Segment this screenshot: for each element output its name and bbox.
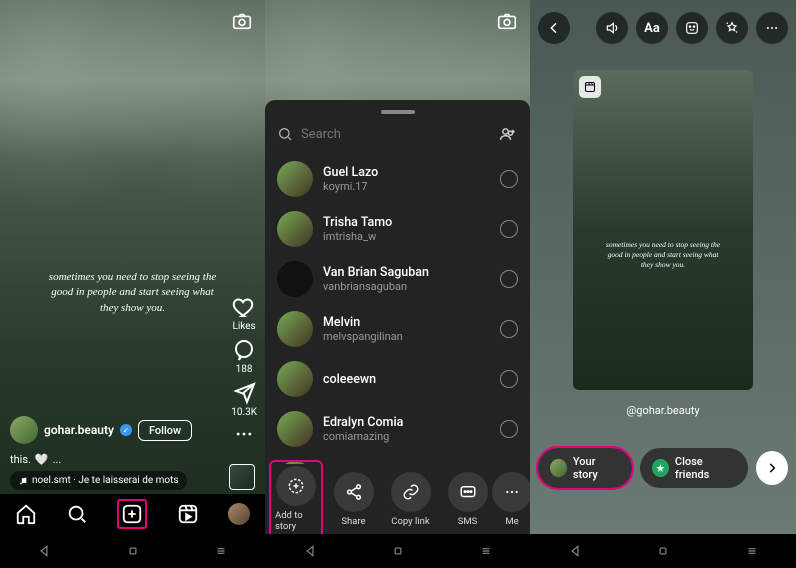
audio-button[interactable] bbox=[596, 12, 628, 44]
music-label: noel.smt · Je te laisserai de mots bbox=[32, 475, 179, 486]
follow-button[interactable]: Follow bbox=[138, 420, 192, 441]
editor-toolbar: Aa bbox=[530, 12, 796, 44]
audio-thumbnail[interactable] bbox=[229, 464, 255, 490]
contact-avatar bbox=[277, 211, 313, 247]
contact-row[interactable]: Guel Lazokoymi.17 bbox=[277, 154, 518, 204]
android-home-icon[interactable] bbox=[126, 544, 140, 558]
android-home-icon[interactable] bbox=[656, 544, 670, 558]
contact-row[interactable]: Van Brian Sagubanvanbriansaguban bbox=[277, 254, 518, 304]
share-action-row: Add to story Share Copy link SMS Me bbox=[265, 464, 530, 534]
android-recents-icon[interactable] bbox=[745, 544, 759, 558]
add-group-icon[interactable] bbox=[498, 124, 518, 144]
comments-count: 188 bbox=[236, 364, 253, 375]
story-avatar-icon bbox=[550, 459, 567, 477]
likes-label: Likes bbox=[232, 321, 255, 332]
reel-caption[interactable]: this. 🤍 ... bbox=[10, 453, 61, 466]
search-input[interactable] bbox=[301, 127, 490, 142]
share-sheet: Guel Lazokoymi.17 Trisha Tamoimtrisha_w … bbox=[265, 100, 530, 534]
camera-icon[interactable] bbox=[496, 10, 518, 32]
contact-avatar bbox=[277, 261, 313, 297]
more-options-button[interactable] bbox=[756, 12, 788, 44]
android-back-icon[interactable] bbox=[568, 544, 582, 558]
contact-row[interactable]: coleeewn bbox=[277, 354, 518, 404]
back-button[interactable] bbox=[538, 12, 570, 44]
android-recents-icon[interactable] bbox=[214, 544, 228, 558]
close-friends-star-icon: ★ bbox=[652, 459, 669, 477]
contact-row[interactable]: Edralyn Comiacomiamazing bbox=[277, 404, 518, 454]
nav-profile-avatar[interactable] bbox=[228, 503, 250, 525]
more-button[interactable] bbox=[234, 424, 254, 444]
reel-badge-icon bbox=[579, 76, 601, 98]
comment-button[interactable]: 188 bbox=[232, 338, 256, 375]
story-preview[interactable]: sometimes you need to stop seeing the go… bbox=[573, 70, 753, 390]
author-username[interactable]: gohar.beauty bbox=[44, 423, 114, 437]
nav-home-icon[interactable] bbox=[15, 503, 37, 525]
reel-quote: sometimes you need to stop seeing the go… bbox=[43, 270, 223, 316]
music-pill[interactable]: noel.smt · Je te laisserai de mots bbox=[10, 471, 187, 490]
text-button[interactable]: Aa bbox=[636, 12, 668, 44]
sticker-button[interactable] bbox=[676, 12, 708, 44]
more-share-button[interactable]: Me bbox=[500, 472, 524, 527]
sheet-grabber[interactable] bbox=[381, 110, 415, 114]
like-button[interactable]: Likes bbox=[232, 295, 256, 332]
author-avatar[interactable] bbox=[10, 416, 38, 444]
select-radio[interactable] bbox=[500, 420, 518, 438]
close-friends-button[interactable]: ★ Close friends bbox=[640, 448, 748, 488]
preview-quote: sometimes you need to stop seeing the go… bbox=[603, 240, 723, 270]
android-recents-icon[interactable] bbox=[479, 544, 493, 558]
select-radio[interactable] bbox=[500, 220, 518, 238]
contact-row[interactable]: Trisha Tamoimtrisha_w bbox=[277, 204, 518, 254]
contact-avatar bbox=[277, 411, 313, 447]
contact-avatar bbox=[277, 311, 313, 347]
nav-create-icon[interactable] bbox=[117, 499, 147, 529]
action-rail: Likes 188 10.3K bbox=[231, 295, 257, 444]
verified-badge-icon: ✓ bbox=[120, 424, 132, 436]
your-story-button[interactable]: Your story bbox=[538, 448, 632, 488]
nav-search-icon[interactable] bbox=[66, 503, 88, 525]
search-icon bbox=[277, 126, 293, 142]
next-arrow-button[interactable] bbox=[756, 451, 788, 485]
share-pane: Guel Lazokoymi.17 Trisha Tamoimtrisha_w … bbox=[265, 0, 530, 534]
editor-pane: Aa sometimes you need to stop seeing the… bbox=[530, 0, 796, 534]
camera-icon[interactable] bbox=[231, 10, 253, 32]
credit-label: @gohar.beauty bbox=[626, 404, 699, 417]
nav-reels-icon[interactable] bbox=[177, 503, 199, 525]
reel-pane: sometimes you need to stop seeing the go… bbox=[0, 0, 265, 534]
author-row: gohar.beauty ✓ Follow bbox=[10, 416, 192, 444]
select-radio[interactable] bbox=[500, 320, 518, 338]
select-radio[interactable] bbox=[500, 270, 518, 288]
bottom-nav bbox=[0, 494, 265, 534]
add-to-story-button[interactable]: Add to story bbox=[271, 462, 321, 534]
android-home-icon[interactable] bbox=[391, 544, 405, 558]
android-back-icon[interactable] bbox=[37, 544, 51, 558]
contact-avatar bbox=[277, 361, 313, 397]
android-back-icon[interactable] bbox=[303, 544, 317, 558]
sms-button[interactable]: SMS bbox=[443, 472, 492, 527]
contact-row[interactable]: Melvinmelvspangilinan bbox=[277, 304, 518, 354]
select-radio[interactable] bbox=[500, 170, 518, 188]
share-action-button[interactable]: Share bbox=[329, 472, 378, 527]
destination-row: Your story ★ Close friends bbox=[530, 448, 796, 488]
copy-link-button[interactable]: Copy link bbox=[386, 472, 435, 527]
shares-count: 10.3K bbox=[231, 407, 257, 418]
effects-button[interactable] bbox=[716, 12, 748, 44]
select-radio[interactable] bbox=[500, 370, 518, 388]
contact-avatar bbox=[277, 161, 313, 197]
android-navbar bbox=[0, 534, 796, 568]
share-button[interactable]: 10.3K bbox=[231, 381, 257, 418]
